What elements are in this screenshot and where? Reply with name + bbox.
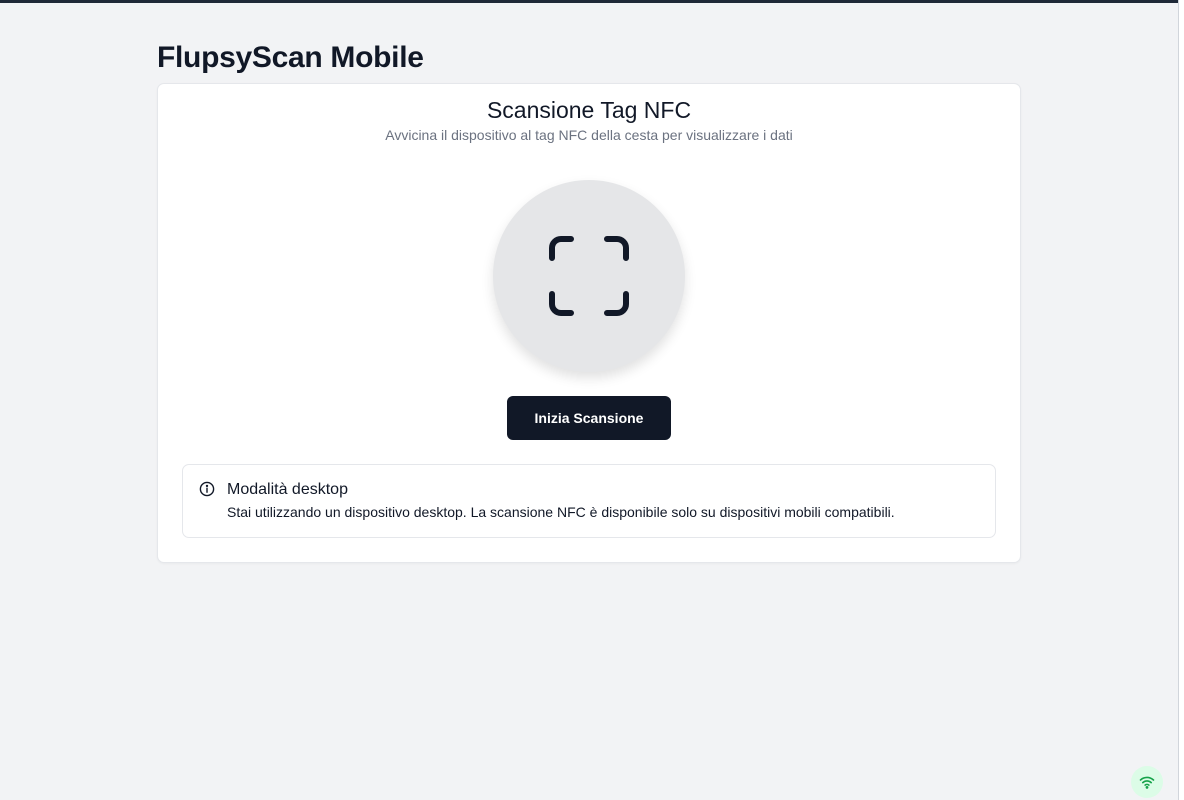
start-scan-button[interactable]: Inizia Scansione: [507, 396, 671, 440]
connection-status[interactable]: [1131, 766, 1163, 798]
desktop-mode-alert: Modalità desktop Stai utilizzando un dis…: [182, 464, 996, 538]
page-title: FlupsyScan Mobile: [157, 41, 424, 74]
top-border: [0, 0, 1178, 3]
alert-title: Modalità desktop: [227, 481, 348, 498]
scrollbar[interactable]: [1178, 0, 1184, 800]
nfc-scan-card: Scansione Tag NFC Avvicina il dispositiv…: [157, 83, 1021, 563]
wifi-icon: [1139, 776, 1155, 789]
info-icon: [199, 481, 215, 497]
scan-area: [493, 180, 685, 372]
card-title: Scansione Tag NFC: [486, 97, 692, 123]
scan-frame-icon: [549, 236, 629, 316]
alert-message: Stai utilizzando un dispositivo desktop.…: [227, 504, 895, 520]
card-subtitle: Avvicina il dispositivo al tag NFC della…: [385, 127, 793, 143]
